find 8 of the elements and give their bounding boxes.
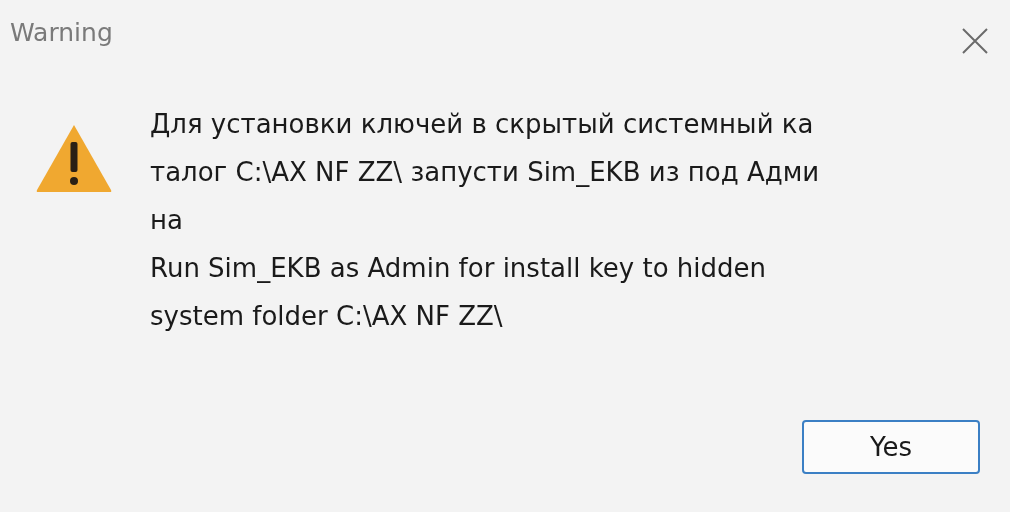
message-text: талог C:\AX NF ZZ\ запусти Sim_EKB из под Адми: [150, 156, 820, 189]
message-text: Run Sim_EKB as Admin for install key to hidden: [150, 252, 768, 285]
message-text: на: [150, 204, 184, 237]
message-text: Для установки ключей в скрытый системный ка: [150, 108, 815, 141]
yes-button[interactable]: Yes: [802, 420, 980, 474]
window-title: Warning: [10, 18, 113, 47]
close-icon[interactable]: [960, 26, 990, 56]
message-text: system folder C:\AX NF ZZ\: [150, 300, 504, 333]
